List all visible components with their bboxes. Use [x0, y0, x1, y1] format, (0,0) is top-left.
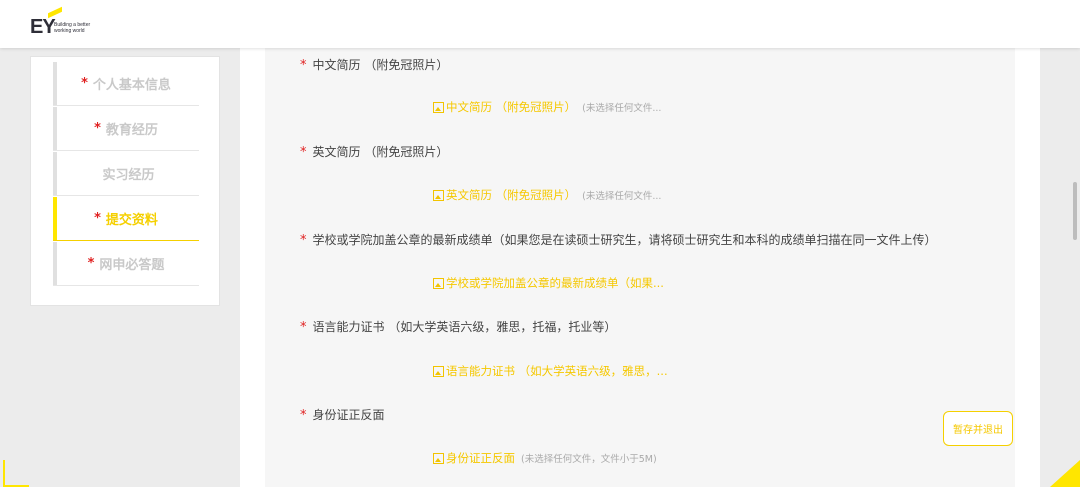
field-label-text: 英文简历 （附免冠照片） — [312, 145, 449, 159]
top-header: EY Building a better working world — [0, 0, 1080, 48]
image-upload-icon — [433, 101, 444, 113]
required-asterisk: * — [300, 408, 307, 423]
sidebar-item-internship[interactable]: 实习经历 — [53, 152, 199, 196]
upload-form-panel: * 中文简历 （附免冠照片） 中文简历 （附免冠照片） (未选择任何文件... *… — [265, 48, 1015, 487]
upload-label[interactable]: 英文简历 （附免冠照片） — [446, 187, 576, 203]
field-label-transcript: * 学校或学院加盖公章的最新成绩单（如果您是在读硕士研究生，请将硕士研究生和本科的… — [300, 231, 937, 248]
save-and-exit-button[interactable]: 暂存并退出 — [943, 411, 1013, 446]
required-asterisk: * — [300, 320, 307, 335]
upload-label[interactable]: 学校或学院加盖公章的最新成绩单（如果... — [446, 275, 664, 291]
required-asterisk: * — [94, 211, 101, 226]
required-asterisk: * — [81, 76, 88, 91]
upload-label[interactable]: 身份证正反面 — [446, 450, 515, 466]
required-asterisk: * — [300, 145, 307, 160]
upload-hint: (未选择任何文件... — [582, 103, 662, 114]
upload-id-card[interactable]: 身份证正反面 (未选择任何文件，文件小于5M) — [433, 450, 657, 466]
sidebar-item-label: 教育经历 — [105, 123, 158, 138]
sidebar-item-label: 实习经历 — [102, 168, 155, 183]
logo-tagline: Building a better working world — [54, 22, 91, 34]
sidebar-item-label: 提交资料 — [105, 213, 158, 228]
page-scrollbar[interactable] — [1073, 182, 1077, 240]
upload-transcript[interactable]: 学校或学院加盖公章的最新成绩单（如果... — [433, 275, 670, 291]
sidebar-item-personal-info[interactable]: * 个人基本信息 — [53, 62, 199, 106]
corner-decoration-right — [1050, 460, 1080, 487]
upload-hint: (未选择任何文件，文件小于5M) — [521, 454, 657, 465]
image-upload-icon — [433, 452, 444, 464]
field-label-chinese-resume: * 中文简历 （附免冠照片） — [300, 56, 448, 73]
upload-language-certificate[interactable]: 语言能力证书 （如大学英语六级，雅思，... — [433, 363, 674, 379]
image-upload-icon — [433, 189, 444, 201]
required-asterisk: * — [300, 58, 307, 73]
upload-label[interactable]: 语言能力证书 （如大学英语六级，雅思，... — [446, 363, 668, 379]
field-label-text: 中文简历 （附免冠照片） — [312, 58, 449, 72]
field-label-id-card: * 身份证正反面 — [300, 406, 385, 423]
required-asterisk: * — [94, 121, 101, 136]
sidebar-item-label: 网申必答题 — [99, 258, 165, 273]
field-label-english-resume: * 英文简历 （附免冠照片） — [300, 143, 448, 160]
corner-decoration-left — [3, 460, 29, 487]
upload-english-resume[interactable]: 英文简历 （附免冠照片） (未选择任何文件... — [433, 187, 661, 203]
upload-hint: (未选择任何文件... — [582, 191, 662, 202]
step-sidebar: * 个人基本信息 * 教育经历 实习经历 * 提交资料 * 网申必答题 — [30, 56, 220, 306]
sidebar-item-education[interactable]: * 教育经历 — [53, 107, 199, 151]
required-asterisk: * — [87, 256, 95, 271]
required-asterisk: * — [300, 233, 307, 248]
main-content: * 中文简历 （附免冠照片） 中文简历 （附免冠照片） (未选择任何文件... *… — [240, 48, 1040, 487]
sidebar-item-label: 个人基本信息 — [92, 78, 171, 93]
image-upload-icon — [433, 277, 444, 289]
field-label-language-certificate: * 语言能力证书 （如大学英语六级，雅思，托福，托业等） — [300, 318, 616, 335]
sidebar-item-submit-documents[interactable]: * 提交资料 — [53, 197, 199, 241]
field-label-text: 身份证正反面 — [312, 408, 385, 422]
image-upload-icon — [433, 365, 444, 377]
upload-chinese-resume[interactable]: 中文简历 （附免冠照片） (未选择任何文件... — [433, 99, 661, 115]
ey-logo[interactable]: EY Building a better working world — [30, 6, 110, 40]
logo-text: EY — [30, 16, 56, 38]
field-label-text: 学校或学院加盖公章的最新成绩单（如果您是在读硕士研究生，请将硕士研究生和本科的成… — [312, 233, 937, 247]
field-label-text: 语言能力证书 （如大学英语六级，雅思，托福，托业等） — [312, 320, 617, 334]
sidebar-item-required-questions[interactable]: * 网申必答题 — [53, 242, 199, 286]
upload-label[interactable]: 中文简历 （附免冠照片） — [446, 99, 576, 115]
